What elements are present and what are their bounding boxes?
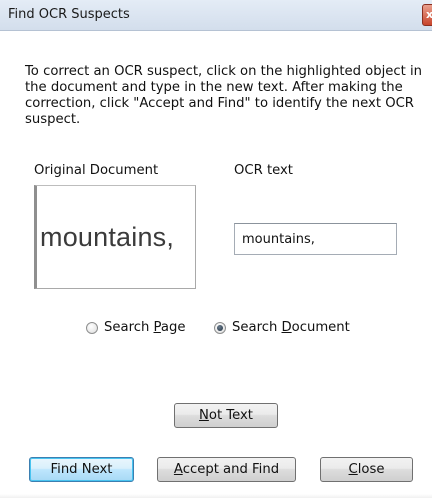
ocr-text-label: OCR text [234,163,293,178]
find-next-button[interactable]: Find Next [29,457,134,482]
title-bar[interactable]: Find OCR Suspects x [0,0,432,31]
search-document-label: Search Document [232,320,350,335]
search-document-radio[interactable] [214,321,226,334]
close-window-icon[interactable]: x [422,4,432,26]
search-page-label: Search Page [104,320,186,335]
original-document-preview: mountains, [34,185,196,289]
ocr-text-input[interactable] [234,223,397,255]
dialog-bottom-edge [0,494,432,498]
window-title: Find OCR Suspects [8,7,130,22]
accept-and-find-button[interactable]: Accept and Find [157,457,296,482]
original-document-label: Original Document [34,163,159,178]
find-ocr-suspects-dialog: Find OCR Suspects x To correct an OCR su… [0,0,432,498]
original-document-image-text: mountains, [40,222,175,252]
search-document-option[interactable]: Search Document [214,320,350,335]
close-button[interactable]: Close [320,457,413,482]
not-text-button[interactable]: Not Text [174,403,278,428]
search-page-option[interactable]: Search Page [86,320,185,335]
instructions-text: To correct an OCR suspect, click on the … [25,64,423,127]
search-page-radio[interactable] [86,321,98,334]
